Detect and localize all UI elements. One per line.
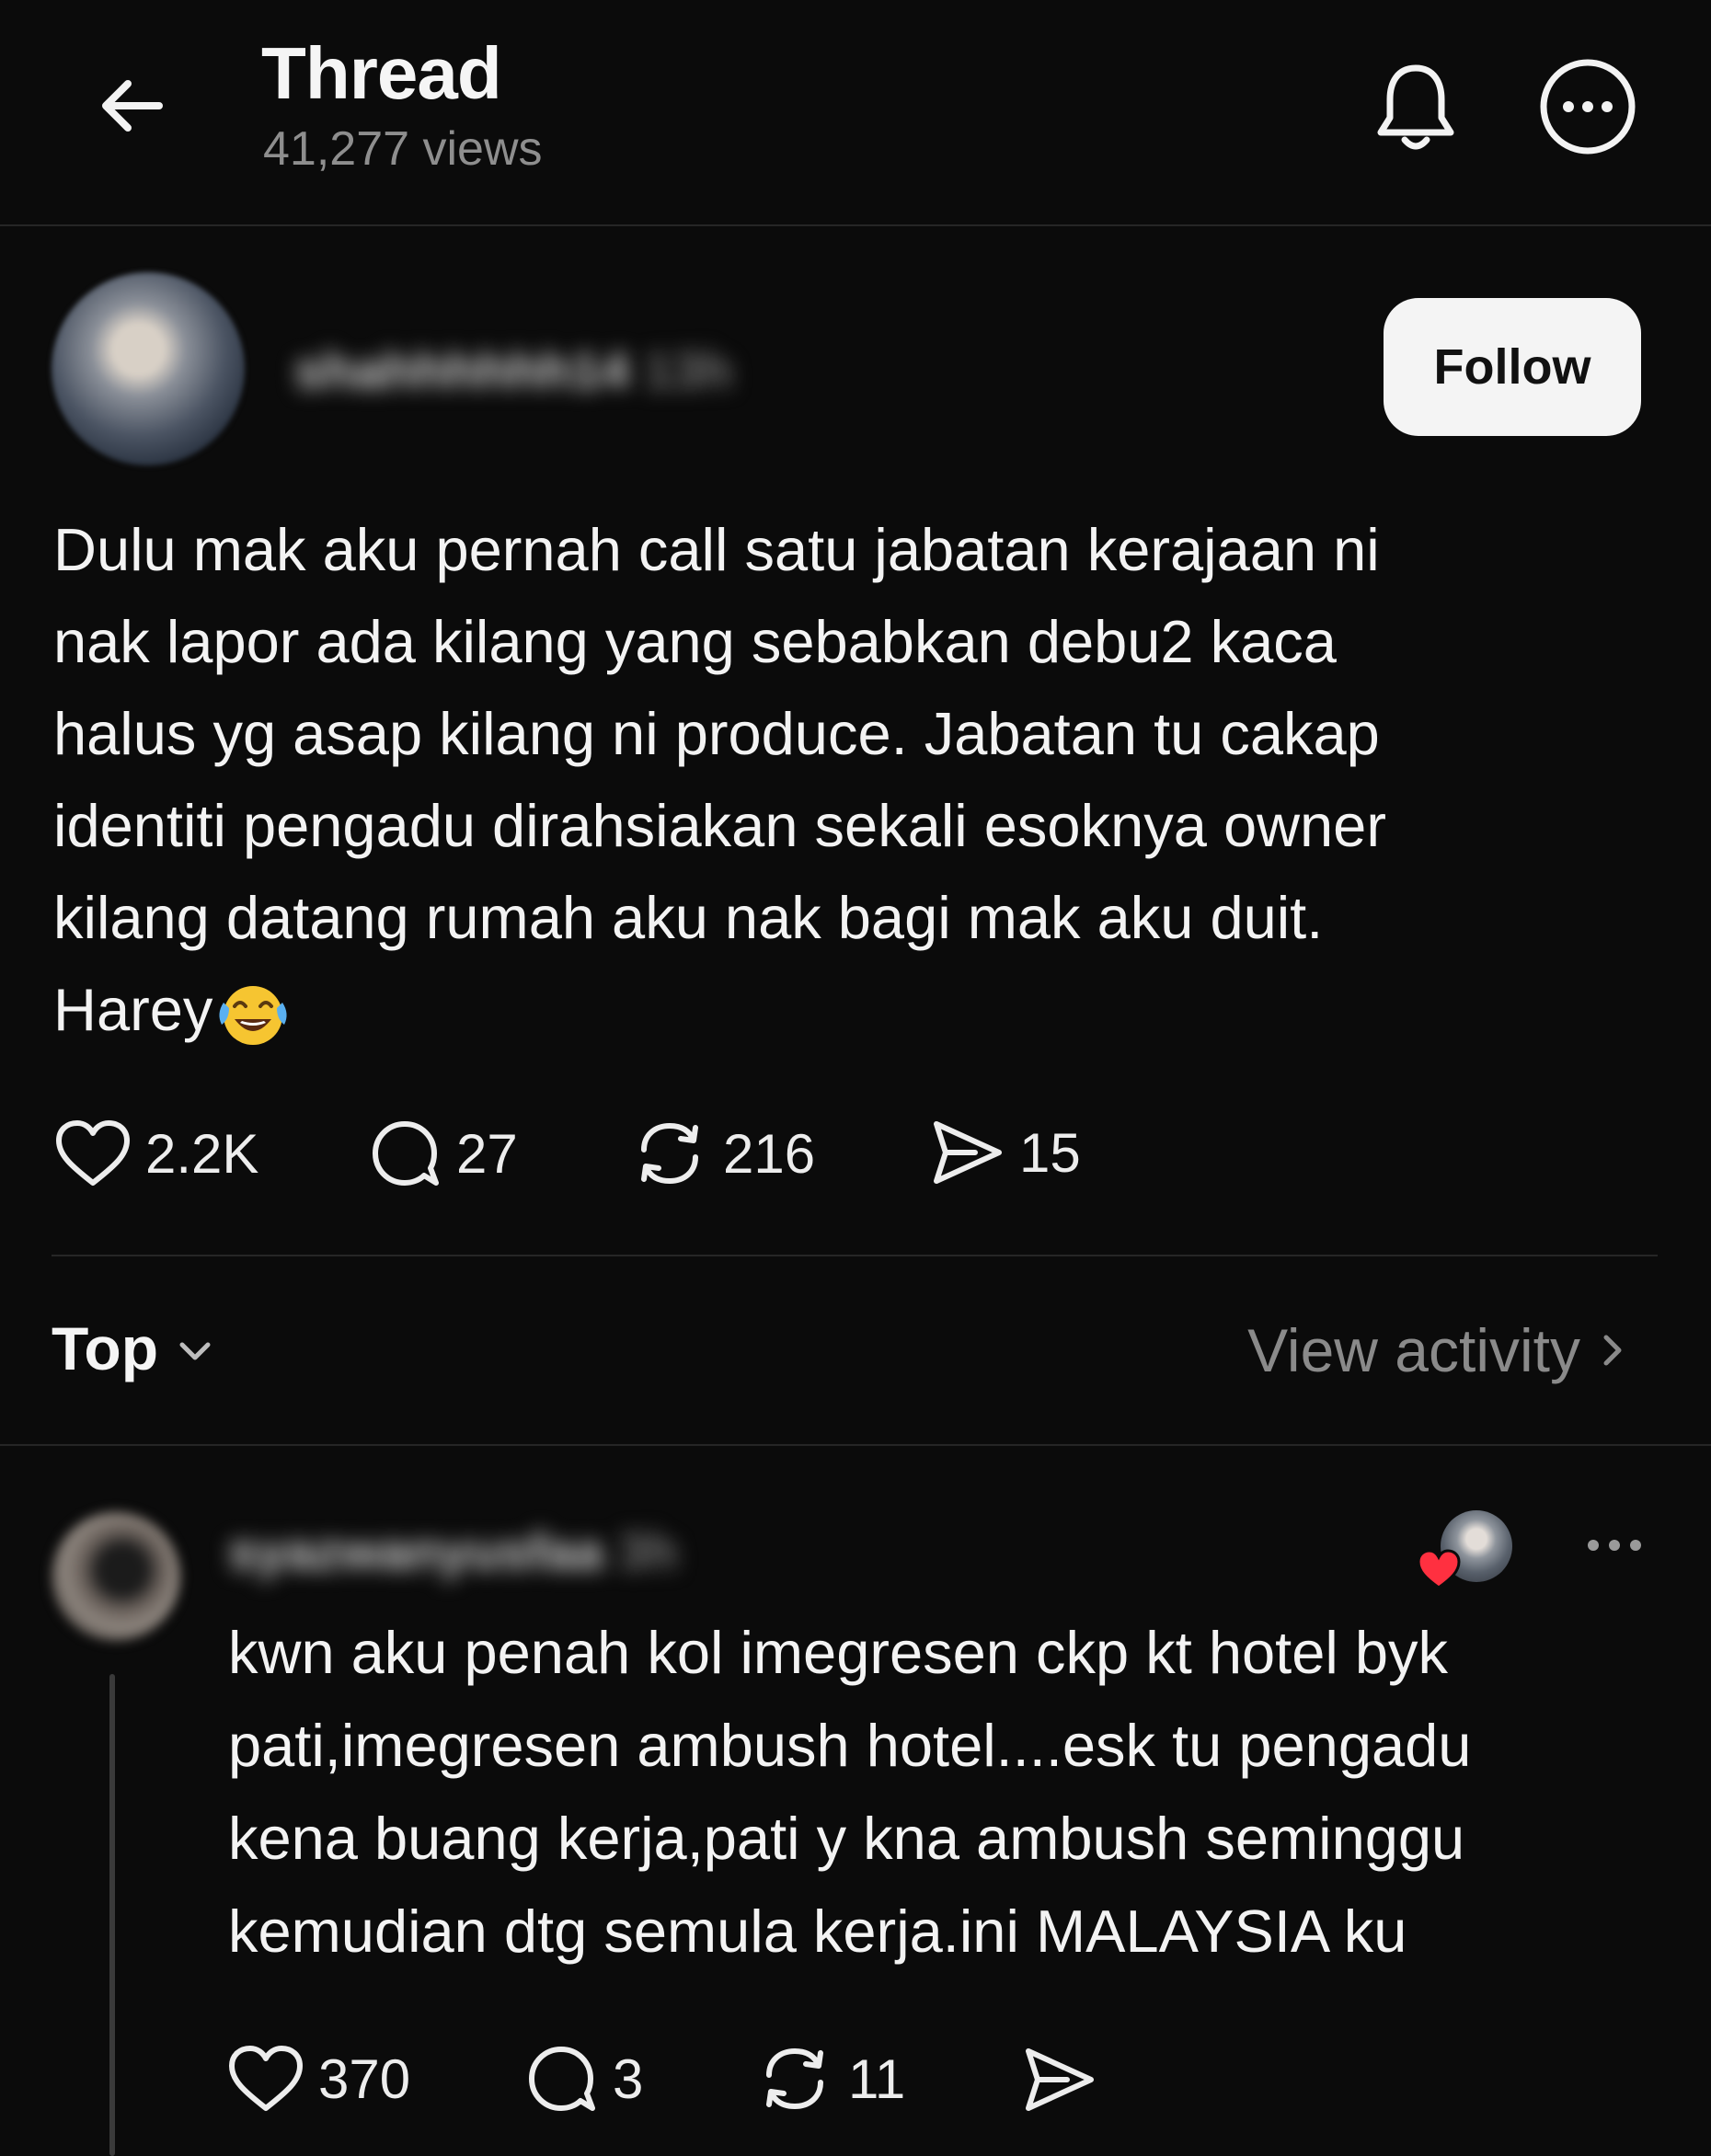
author-username[interactable]: shahhhhhh14 13h — [294, 340, 732, 400]
bell-icon[interactable] — [1365, 53, 1466, 164]
repost-button[interactable]: 216 — [629, 1113, 815, 1194]
reply-reply-button[interactable]: 3 — [522, 2040, 643, 2117]
top-bar: Thread 41,277 views — [0, 0, 1711, 226]
repost-icon — [766, 2048, 823, 2109]
reply-like-count: 370 — [318, 2047, 411, 2110]
send-icon — [1026, 2048, 1094, 2111]
comment-icon — [373, 1121, 439, 1186]
post-body: Dulu mak aku pernah call satu jabatan ke… — [53, 504, 1636, 1056]
page-title: Thread — [261, 32, 502, 114]
repost-icon — [641, 1123, 698, 1184]
chevron-right-icon — [1603, 1335, 1622, 1366]
thread-line — [109, 1674, 115, 2156]
sort-label: Top — [52, 1314, 159, 1382]
author-avatar[interactable] — [52, 272, 245, 465]
send-icon — [934, 1121, 1002, 1184]
view-count: 41,277 views — [263, 122, 543, 176]
sort-dropdown[interactable]: Top — [52, 1313, 223, 1383]
repost-count: 216 — [723, 1122, 816, 1185]
post-line: kilang datang rumah aku nak bagi mak aku… — [53, 884, 1324, 951]
heart-icon — [56, 1120, 130, 1186]
post-line-last: Harey — [53, 964, 1636, 1056]
liked-by-author-heart-icon — [1415, 1547, 1463, 1591]
reply-line: pati,imegresen ambush hotel....esk tu pe… — [228, 1712, 1472, 1779]
reply-repost-count: 11 — [848, 2047, 906, 2110]
back-arrow-icon[interactable] — [81, 55, 182, 156]
like-button[interactable]: 2.2K — [53, 1118, 258, 1188]
post-line: identiti pengadu dirahsiakan sekali esok… — [53, 792, 1386, 859]
reply-line: kwn aku penah kol imegresen ckp kt hotel… — [228, 1619, 1448, 1686]
reply-body: kwn aku penah kol imegresen ckp kt hotel… — [228, 1606, 1663, 1978]
post-line: nak lapor ada kilang yang sebabkan debu2… — [53, 608, 1337, 675]
post-line: Harey — [53, 976, 213, 1043]
reply-author-username[interactable]: syazwanyusfaa 3h — [228, 1521, 678, 1581]
tears-of-joy-emoji-icon — [214, 979, 292, 1050]
post-line: halus yg asap kilang ni produce. Jabatan… — [53, 700, 1380, 767]
reply-line: kena buang kerja,pati y kna ambush semin… — [228, 1805, 1465, 1872]
reply-share-button[interactable] — [1019, 2040, 1098, 2119]
view-activity-link[interactable]: View activity — [1247, 1315, 1634, 1385]
divider — [52, 1255, 1658, 1256]
share-count: 15 — [1019, 1121, 1081, 1184]
reply-repost-button[interactable]: 11 — [754, 2038, 905, 2119]
chevron-down-icon — [179, 1342, 211, 1360]
share-button[interactable]: 15 — [927, 1113, 1081, 1192]
reply-author-avatar[interactable] — [52, 1512, 180, 1641]
reply-more-options-icon[interactable] — [1564, 1518, 1665, 1573]
reply-count: 27 — [456, 1122, 518, 1185]
reply-like-button[interactable]: 370 — [226, 2044, 410, 2114]
reply-button[interactable]: 27 — [366, 1115, 518, 1192]
comment-icon — [529, 2047, 595, 2111]
reply-reply-count: 3 — [613, 2047, 644, 2110]
reply-line: kemudian dtg semula kerja.ini MALAYSIA k… — [228, 1898, 1407, 1965]
more-options-icon[interactable] — [1534, 53, 1641, 160]
view-activity-label: View activity — [1247, 1316, 1580, 1384]
divider — [0, 1444, 1711, 1446]
follow-button[interactable]: Follow — [1384, 298, 1641, 436]
heart-icon — [229, 2046, 303, 2111]
post-line: Dulu mak aku pernah call satu jabatan ke… — [53, 516, 1380, 583]
like-count: 2.2K — [145, 1122, 259, 1185]
